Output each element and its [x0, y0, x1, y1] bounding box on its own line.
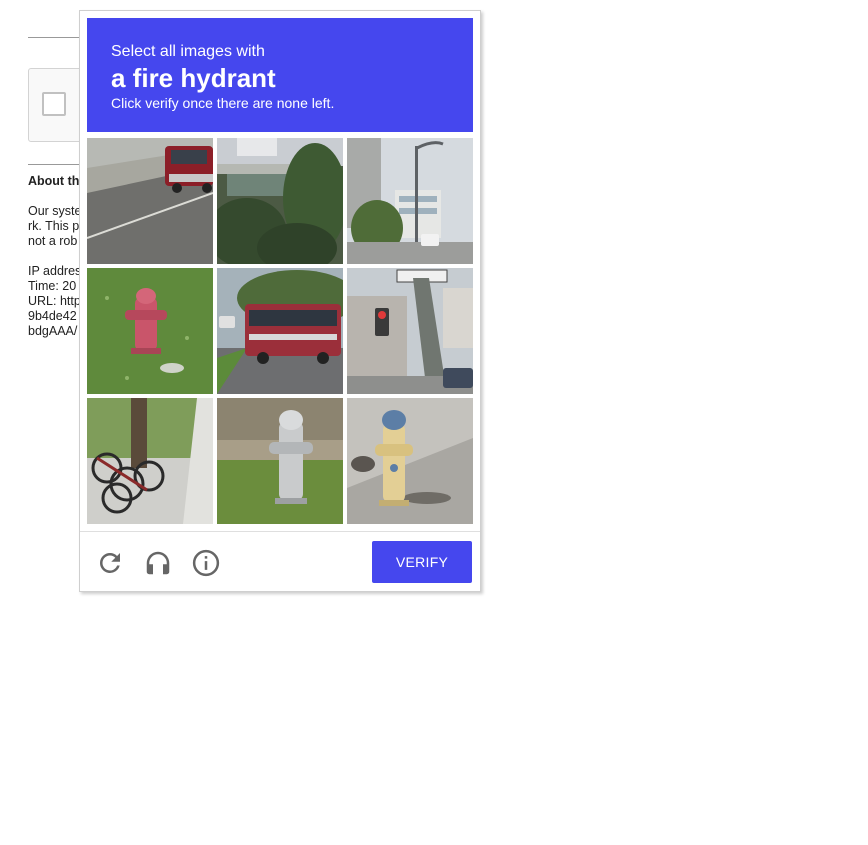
instruction-suffix: Click verify once there are none left.	[111, 95, 335, 111]
instruction-prefix: Select all images with	[111, 43, 265, 60]
info-line: 9b4de42	[28, 309, 77, 323]
info-line: bdgAAA/	[28, 324, 78, 338]
target-object: a fire hydrant	[111, 63, 276, 93]
footer-divider	[80, 531, 480, 532]
info-line: URL: http	[28, 294, 81, 308]
paragraph-line: not a rob	[28, 234, 78, 248]
image-tile-1-truck[interactable]	[87, 138, 213, 264]
captcha-challenge-popup: Select all images with a fire hydrant Cl…	[79, 10, 481, 592]
info-icon	[192, 549, 220, 577]
audio-challenge-button[interactable]	[141, 546, 175, 580]
info-line: Time: 20	[28, 279, 77, 293]
headphones-icon	[146, 551, 170, 575]
reload-button[interactable]	[93, 546, 127, 580]
recaptcha-checkbox[interactable]	[42, 92, 66, 116]
info-button[interactable]	[189, 546, 223, 580]
about-heading: About th	[28, 174, 80, 188]
info-line: IP addres	[28, 264, 82, 278]
image-tile-7-bicycles[interactable]	[87, 398, 213, 524]
image-tile-4-red-hydrant[interactable]	[87, 268, 213, 394]
reload-icon	[100, 553, 120, 573]
image-tile-9-yellow-hydrant[interactable]	[347, 398, 473, 524]
image-tile-3-streetlamp[interactable]	[347, 138, 473, 264]
image-tile-8-silver-hydrant[interactable]	[217, 398, 343, 524]
instruction-banner: Select all images with a fire hydrant Cl…	[87, 18, 473, 132]
image-tile-2-overpass[interactable]	[217, 138, 343, 264]
verify-button[interactable]: VERIFY	[372, 541, 472, 583]
image-grid	[87, 138, 473, 524]
image-tile-5-bus[interactable]	[217, 268, 343, 394]
paragraph-line: rk. This p	[28, 219, 80, 233]
image-tile-6-traffic-light[interactable]	[347, 268, 473, 394]
paragraph-line: Our syste	[28, 204, 82, 218]
